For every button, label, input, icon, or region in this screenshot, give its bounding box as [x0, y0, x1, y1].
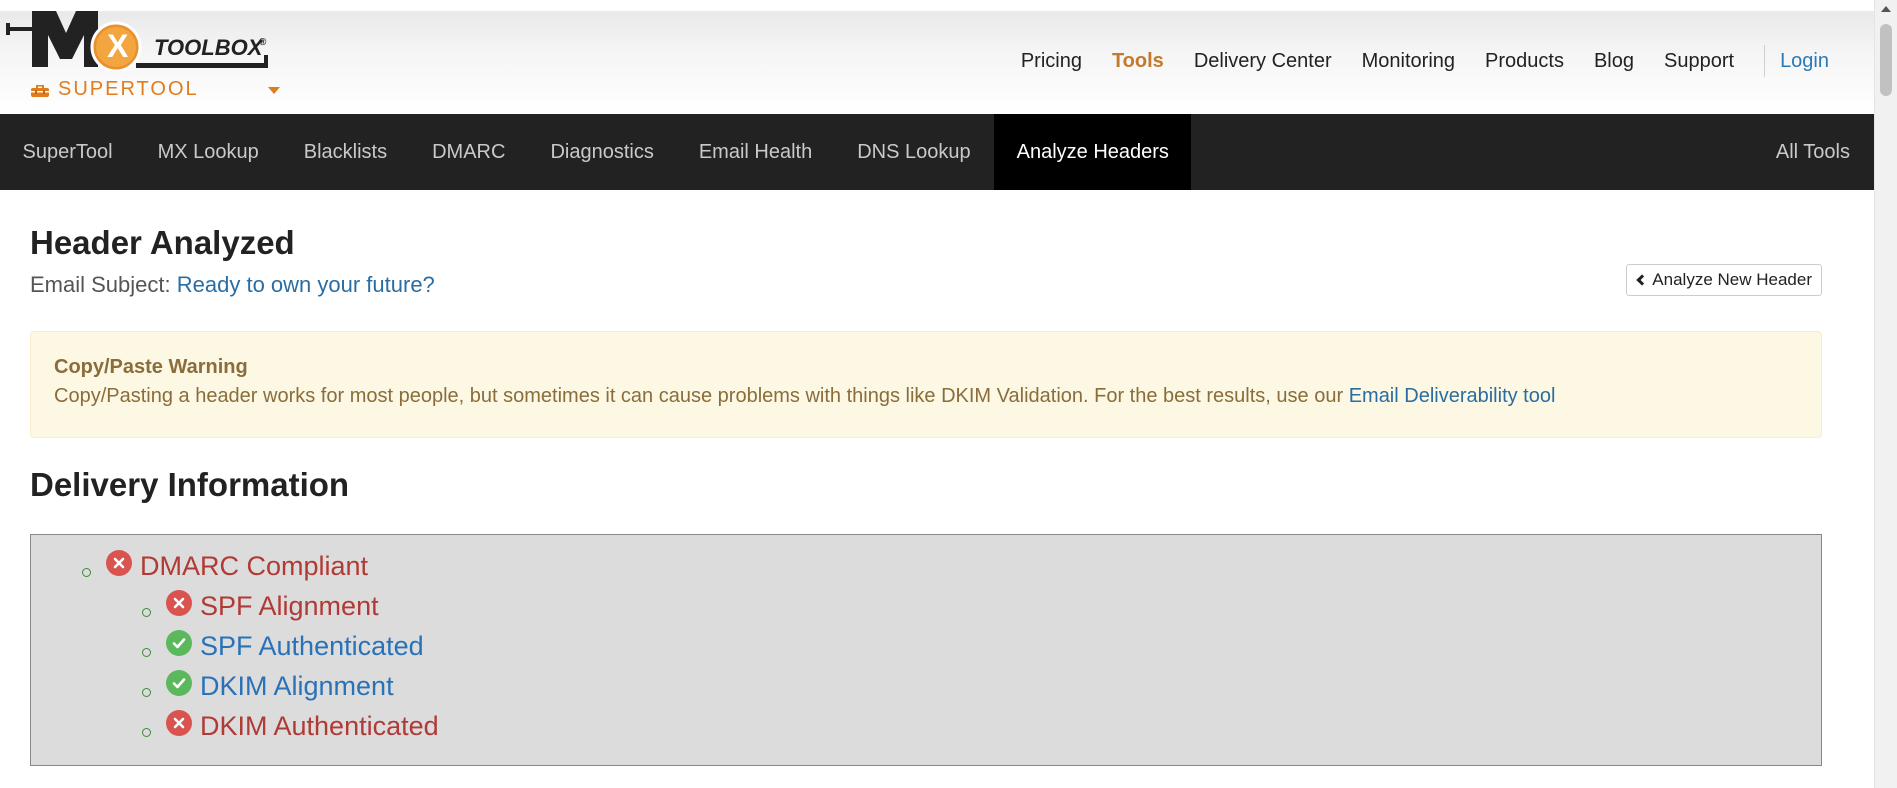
subject-label: Email Subject:	[30, 272, 171, 297]
delivery-item-dkim-authenticated: DKIM Authenticated	[166, 709, 439, 742]
nav-divider	[1764, 45, 1766, 77]
tab-analyze-headers[interactable]: Analyze Headers	[994, 114, 1192, 190]
top-nav: Pricing Tools Delivery Center Monitoring…	[1006, 45, 1844, 77]
nav-monitoring[interactable]: Monitoring	[1347, 50, 1470, 73]
copy-paste-warning: Copy/Paste Warning Copy/Pasting a header…	[30, 331, 1822, 438]
tab-supertool[interactable]: SuperTool	[0, 114, 135, 190]
delivery-item-label: SPF Alignment	[200, 591, 379, 621]
tab-all-tools[interactable]: All Tools	[1753, 114, 1874, 190]
list-bullet	[142, 648, 151, 657]
tab-blacklists[interactable]: Blacklists	[281, 114, 409, 190]
warning-body: Copy/Pasting a header works for most peo…	[54, 385, 1798, 408]
delivery-item-dmarc-compliant: DMARC Compliant	[106, 549, 369, 582]
nav-products[interactable]: Products	[1470, 50, 1579, 73]
x-circle-icon	[166, 709, 192, 736]
warning-title: Copy/Paste Warning	[54, 356, 248, 378]
delivery-item-label: DKIM Authenticated	[200, 711, 439, 741]
login-link[interactable]: Login	[1780, 50, 1844, 73]
tab-email-health[interactable]: Email Health	[676, 114, 834, 190]
supertool-label: SUPERTOOL	[58, 78, 199, 100]
tab-mx-lookup[interactable]: MX Lookup	[135, 114, 281, 190]
tab-dns-lookup[interactable]: DNS Lookup	[835, 114, 993, 190]
delivery-information-box: DMARC Compliant SPF Alignment SPF Authen…	[30, 534, 1822, 766]
registered-mark: ®	[259, 37, 267, 48]
x-circle-icon	[106, 549, 132, 576]
nav-support[interactable]: Support	[1649, 50, 1749, 73]
logo-wordmark: TOOLBOX	[154, 35, 263, 60]
tab-diagnostics[interactable]: Diagnostics	[528, 114, 676, 190]
subject-value-link[interactable]: Ready to own your future?	[177, 272, 435, 297]
nav-blog[interactable]: Blog	[1579, 50, 1649, 73]
delivery-item-label: SPF Authenticated	[200, 631, 424, 661]
site-header: X TOOLBOX ® SUPERTOOL Pricing Tools Deli…	[0, 0, 1874, 114]
check-circle-icon	[166, 669, 192, 696]
email-subject: Email Subject: Ready to own your future?	[30, 272, 435, 298]
list-bullet	[142, 688, 151, 697]
list-bullet	[142, 728, 151, 737]
delivery-item-label: DKIM Alignment	[200, 671, 394, 701]
analyze-new-header-button[interactable]: Analyze New Header	[1626, 264, 1822, 296]
chevron-left-icon	[1636, 274, 1648, 286]
page-title: Header Analyzed	[30, 224, 295, 261]
list-bullet	[142, 608, 151, 617]
email-deliverability-link[interactable]: Email Deliverability tool	[1349, 385, 1556, 407]
delivery-item-label: DMARC Compliant	[140, 551, 369, 581]
nav-tools[interactable]: Tools	[1097, 50, 1179, 73]
logo-x-letter: X	[107, 28, 129, 64]
delivery-information-title: Delivery Information	[30, 466, 350, 503]
scroll-up-arrow-icon[interactable]	[1881, 6, 1891, 12]
list-bullet	[82, 568, 91, 577]
delivery-item-spf-alignment: SPF Alignment	[166, 589, 379, 622]
toolbox-icon	[31, 84, 49, 97]
scrollbar-thumb[interactable]	[1880, 24, 1892, 96]
tab-dmarc[interactable]: DMARC	[410, 114, 528, 190]
check-circle-icon	[166, 629, 192, 656]
warning-text: Copy/Pasting a header works for most peo…	[54, 385, 1349, 407]
tabs-spacer	[1191, 114, 1753, 190]
tool-tabs-bar: SuperTool MX Lookup Blacklists DMARC Dia…	[0, 114, 1874, 190]
nav-pricing[interactable]: Pricing	[1006, 50, 1097, 73]
x-circle-icon	[166, 589, 192, 616]
mxtoolbox-logo[interactable]: X TOOLBOX ®	[6, 11, 276, 71]
nav-delivery-center[interactable]: Delivery Center	[1179, 50, 1347, 73]
chevron-down-icon[interactable]	[268, 87, 280, 94]
supertool-dropdown[interactable]: SUPERTOOL	[30, 78, 199, 101]
page-scrollbar[interactable]	[1874, 0, 1897, 788]
delivery-item-dkim-alignment: DKIM Alignment	[166, 669, 394, 702]
analyze-new-header-label: Analyze New Header	[1652, 270, 1812, 289]
delivery-item-spf-authenticated: SPF Authenticated	[166, 629, 424, 662]
